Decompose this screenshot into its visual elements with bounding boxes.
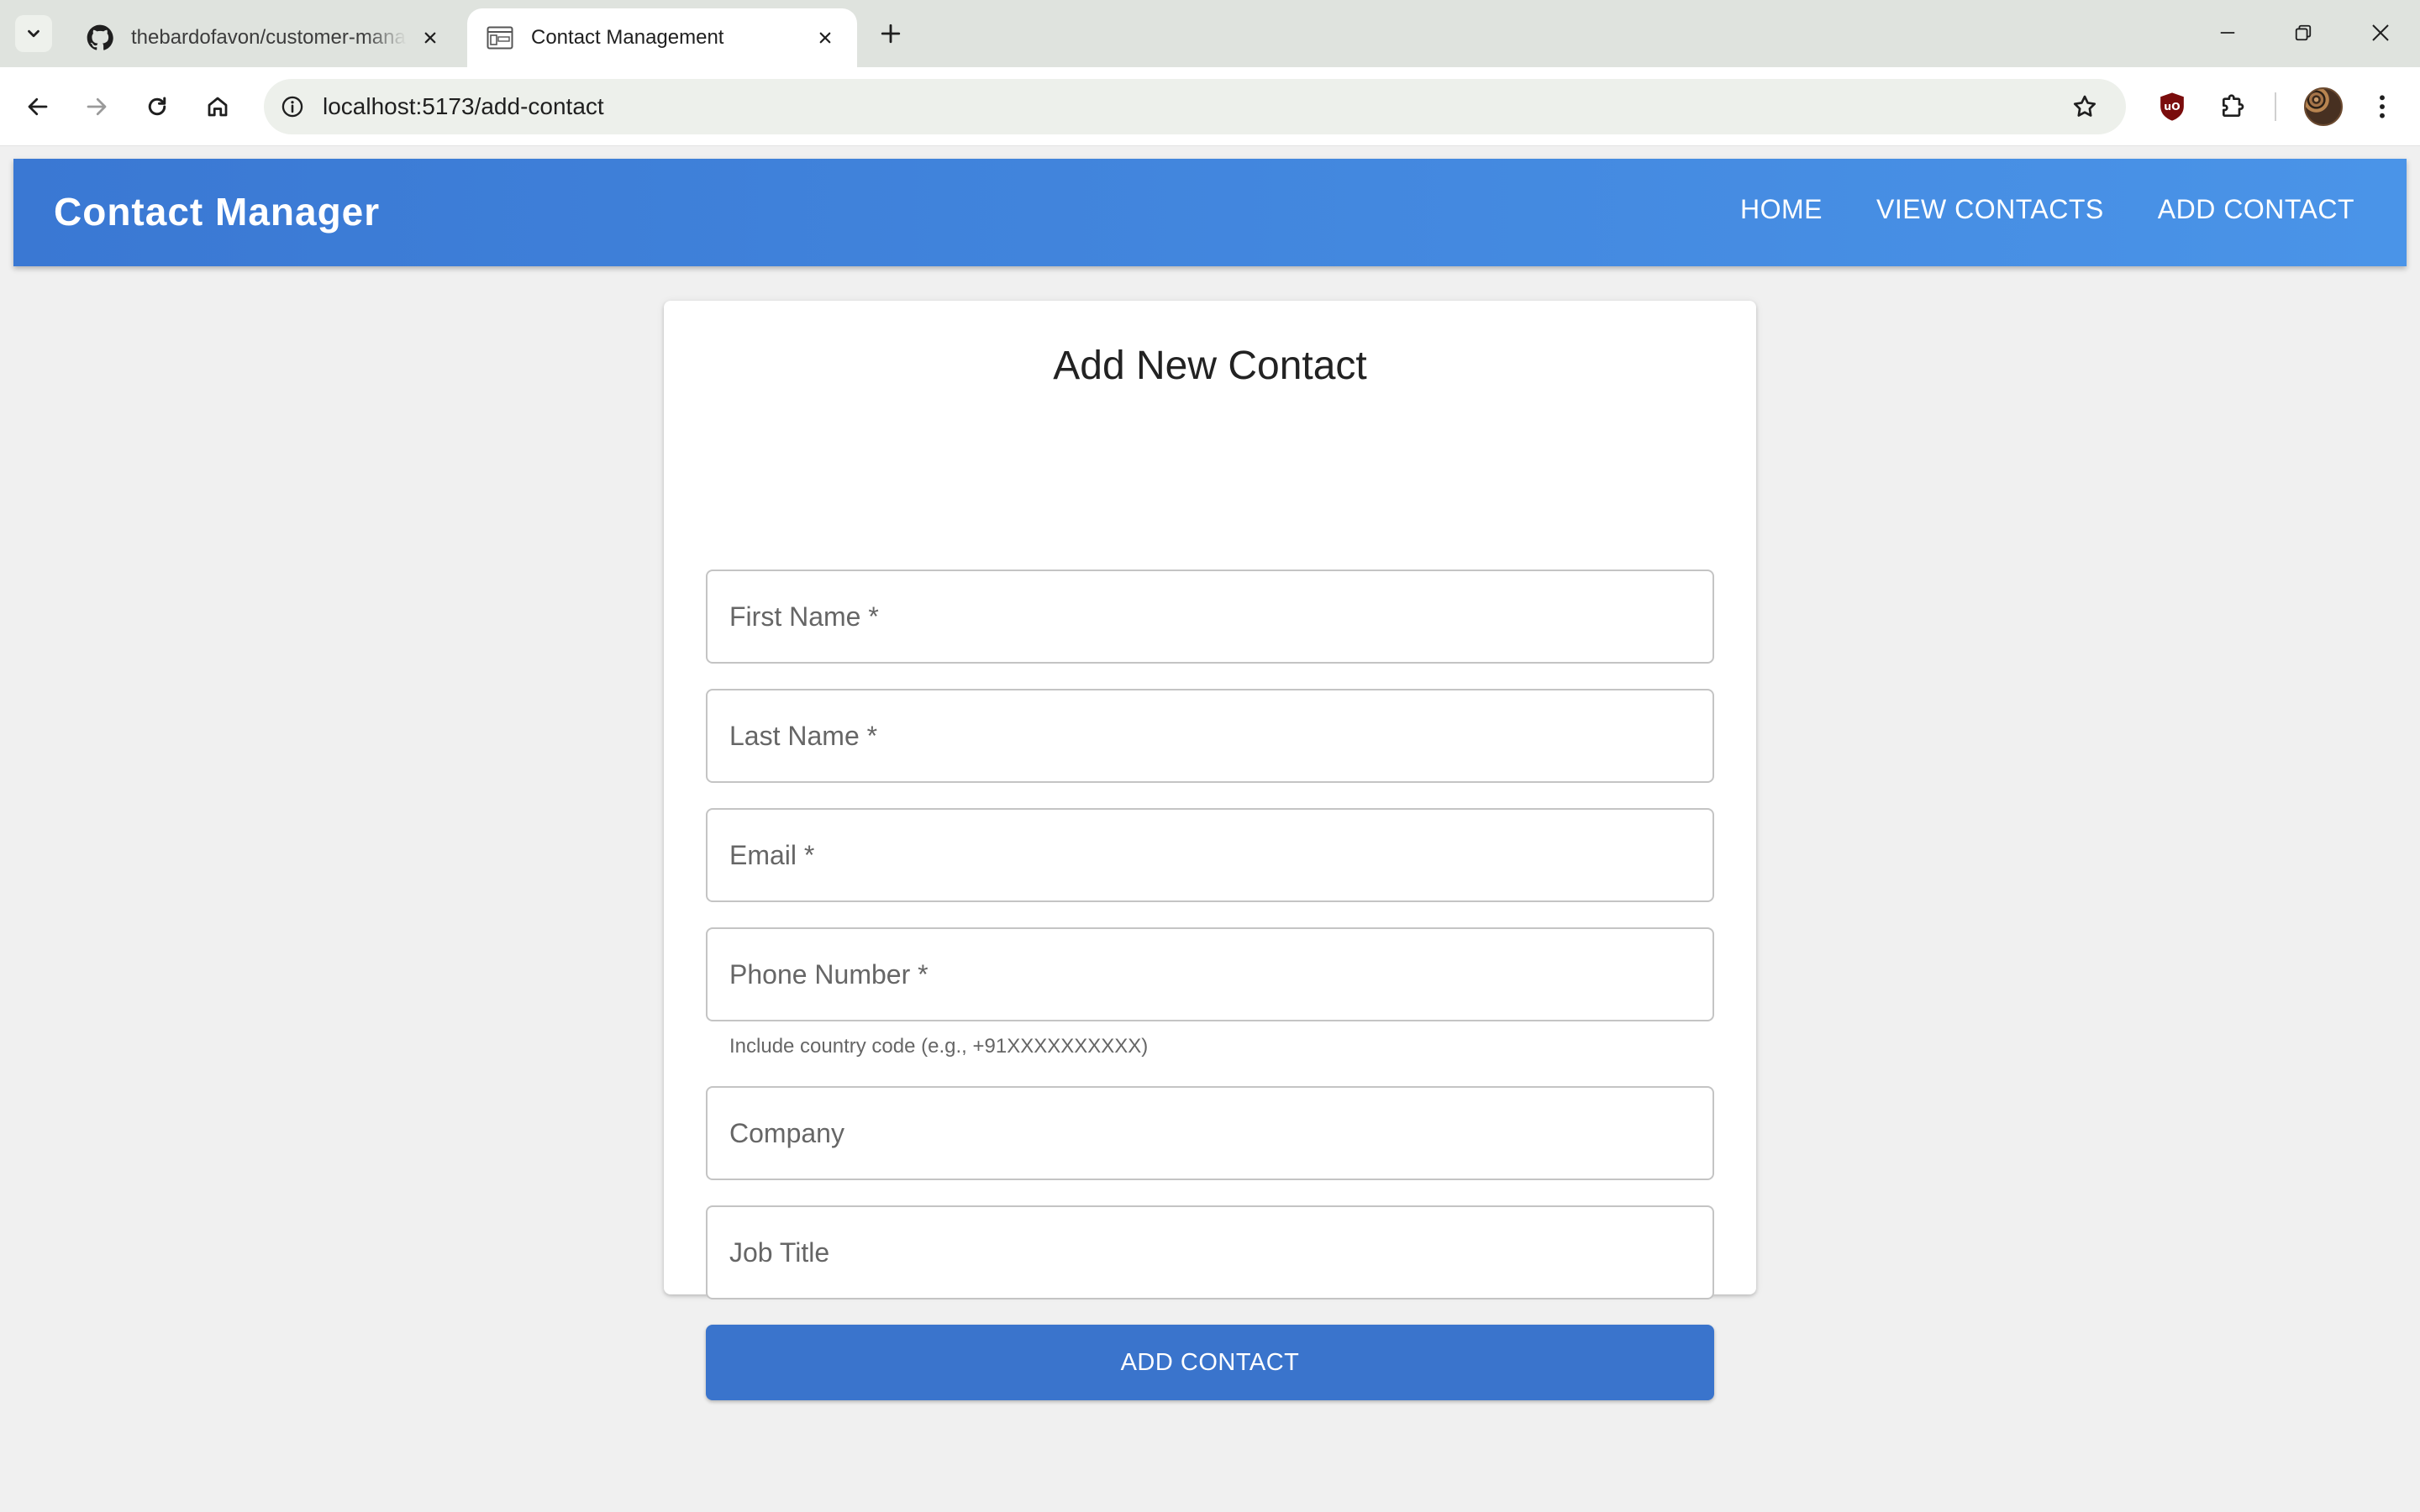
- phone-helper-text: Include country code (e.g., +91XXXXXXXXX…: [729, 1035, 1149, 1058]
- tab-title: Contact Management: [531, 26, 724, 49]
- nav-view-contacts[interactable]: VIEW CONTACTS: [1876, 194, 2104, 225]
- forward-button[interactable]: [76, 86, 118, 128]
- app-header: Contact Manager HOME VIEW CONTACTS ADD C…: [13, 159, 2407, 266]
- job-title-label: Job Title: [729, 1236, 830, 1268]
- restore-button[interactable]: [2282, 13, 2324, 52]
- ublock-extension-button[interactable]: uO: [2151, 86, 2193, 128]
- main-nav: HOME VIEW CONTACTS ADD CONTACT: [1740, 194, 2354, 225]
- crm-favicon-icon: [486, 24, 514, 52]
- app-brand[interactable]: Contact Manager: [54, 189, 380, 234]
- close-window-button[interactable]: [2360, 13, 2402, 52]
- close-icon[interactable]: [812, 24, 839, 51]
- add-contact-button[interactable]: ADD CONTACT: [706, 1325, 1714, 1400]
- extensions-button[interactable]: [2212, 86, 2254, 128]
- tab-contact-management[interactable]: Contact Management: [467, 8, 857, 67]
- minimize-button[interactable]: [2207, 13, 2249, 52]
- page-content: Contact Manager HOME VIEW CONTACTS ADD C…: [0, 147, 2420, 1512]
- nav-add-contact[interactable]: ADD CONTACT: [2158, 194, 2354, 225]
- restore-icon: [2294, 24, 2312, 42]
- github-icon: [86, 24, 114, 52]
- arrow-left-icon: [25, 94, 50, 119]
- svg-text:uO: uO: [2164, 100, 2180, 113]
- tab-title: thebardofavon/customer-management: [131, 26, 407, 49]
- email-field[interactable]: Email *: [706, 808, 1714, 902]
- add-contact-form: Add New Contact First Name * Last Name *…: [664, 301, 1756, 1400]
- phone-number-label: Phone Number *: [729, 958, 929, 990]
- job-title-field[interactable]: Job Title: [706, 1205, 1714, 1299]
- close-icon: [2370, 23, 2391, 43]
- address-bar[interactable]: localhost:5173/add-contact: [264, 79, 2126, 134]
- bookmark-star-icon[interactable]: [2065, 87, 2104, 126]
- reload-button[interactable]: [136, 86, 178, 128]
- minimize-icon: [2218, 24, 2237, 42]
- profile-avatar[interactable]: [2304, 87, 2343, 126]
- chevron-down-icon: [24, 24, 43, 43]
- browser-toolbar: localhost:5173/add-contact uO: [0, 67, 2420, 146]
- arrow-right-icon: [84, 94, 109, 119]
- tab-strip: thebardofavon/customer-management Contac…: [0, 0, 2420, 67]
- info-icon[interactable]: [274, 88, 311, 125]
- new-tab-button[interactable]: [874, 17, 908, 50]
- back-button[interactable]: [17, 86, 59, 128]
- first-name-field[interactable]: First Name *: [706, 570, 1714, 664]
- email-label: Email *: [729, 839, 815, 870]
- close-icon[interactable]: [417, 24, 444, 51]
- tab-search-button[interactable]: [15, 15, 52, 52]
- first-name-label: First Name *: [729, 601, 879, 632]
- url-text[interactable]: localhost:5173/add-contact: [323, 93, 604, 120]
- last-name-label: Last Name *: [729, 720, 878, 751]
- nav-home[interactable]: HOME: [1740, 194, 1823, 225]
- kebab-menu-icon: [2378, 93, 2386, 120]
- phone-number-field[interactable]: Phone Number *: [706, 927, 1714, 1021]
- toolbar-divider: [2275, 92, 2276, 121]
- plus-icon: [880, 23, 902, 45]
- home-button[interactable]: [197, 86, 239, 128]
- home-icon: [205, 94, 230, 119]
- ublock-shield-icon: uO: [2158, 92, 2186, 122]
- form-title: Add New Contact: [1053, 344, 1367, 388]
- browser-menu-button[interactable]: [2361, 86, 2403, 128]
- company-field[interactable]: Company: [706, 1086, 1714, 1180]
- puzzle-icon: [2219, 93, 2246, 120]
- tab-github[interactable]: thebardofavon/customer-management: [67, 8, 462, 67]
- reload-icon: [145, 94, 170, 119]
- last-name-field[interactable]: Last Name *: [706, 689, 1714, 783]
- company-label: Company: [729, 1117, 844, 1148]
